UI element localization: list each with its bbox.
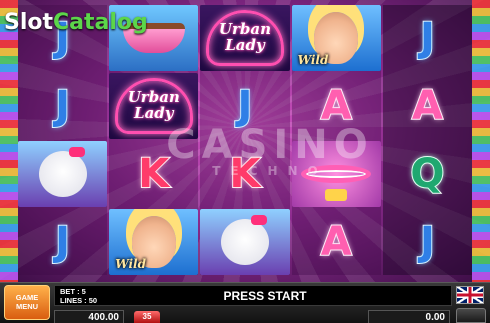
symbol-a: A: [292, 209, 381, 275]
symbol-glyph: A: [411, 83, 444, 129]
symbol-glyph: J: [54, 219, 71, 265]
site-logo: Slot Catalog: [4, 10, 148, 38]
symbol-urban-lady-logo: Urban Lady: [109, 73, 199, 139]
symbol-glyph: J: [419, 15, 436, 61]
bone-tag-icon: [325, 189, 348, 201]
collar-icon: [301, 165, 372, 183]
win-display: 0.00: [368, 310, 450, 323]
symbol-glyph: A: [320, 219, 353, 265]
symbol-a: A: [292, 73, 381, 139]
symbol-j: J: [18, 73, 107, 139]
settings-button[interactable]: [456, 308, 486, 323]
symbol-glyph: J: [419, 219, 436, 265]
symbol-urban-lady-logo: Urban Lady: [200, 5, 290, 71]
symbol-j: J: [18, 209, 107, 275]
logo-catalog: Catalog: [53, 10, 148, 35]
menu-label-2: MENU: [15, 301, 39, 311]
bow-icon: [250, 215, 267, 225]
symbol-glyph: K: [228, 151, 261, 197]
symbol-k: K: [200, 141, 289, 207]
symbol-glyph: K: [137, 151, 170, 197]
lines-display: LINES : 50: [60, 296, 98, 305]
reel-2: Urban Lady K Wild: [109, 5, 199, 275]
bow-icon: [68, 147, 85, 157]
heart-icon: Urban Lady: [114, 78, 193, 134]
symbol-wild: Wild: [109, 209, 199, 275]
wild-label: Wild: [115, 257, 146, 271]
symbol-wild: Wild: [291, 5, 381, 71]
symbol-glyph: J: [54, 83, 71, 129]
logo-slot: Slot: [4, 10, 54, 35]
dog-icon: [38, 147, 87, 197]
symbol-k: K: [109, 141, 198, 207]
reel-4: Wild A A: [291, 5, 381, 275]
game-menu-button[interactable]: GAME MENU: [4, 285, 50, 320]
symbol-a: A: [383, 73, 472, 139]
symbol-glyph: Q: [409, 151, 445, 197]
reel-1: JJJ: [18, 5, 108, 275]
symbol-j: J: [383, 209, 472, 275]
reel-grid: J J J Urban Lady K Wild Urban Lady J K Wild A A J A Q J: [18, 5, 472, 275]
right-light-strip: [472, 0, 490, 282]
symbol-j: J: [383, 5, 472, 71]
reel-3: Urban Lady J K: [200, 5, 290, 275]
symbol-q: Q: [383, 141, 472, 207]
symbol-dog: [18, 141, 108, 207]
wild-label: Wild: [297, 53, 329, 67]
symbol-dog: [200, 209, 290, 275]
uk-flag-icon[interactable]: [456, 286, 484, 304]
symbol-glyph: J: [237, 83, 254, 129]
logo-line2: Lady: [134, 104, 174, 122]
symbol-j: J: [200, 73, 289, 139]
dog-icon: [220, 215, 269, 265]
heart-icon: Urban Lady: [205, 10, 284, 66]
symbol-collar: [291, 141, 381, 207]
left-light-strip: [0, 0, 18, 282]
logo-line2: Lady: [225, 36, 265, 54]
bet-display: BET : 5: [60, 287, 86, 296]
credit-display: 400.00: [54, 310, 124, 323]
reel-5: JAQJ: [382, 5, 472, 275]
symbol-glyph: A: [320, 83, 353, 129]
bet-chip-button[interactable]: 35: [134, 311, 160, 323]
status-message: PRESS START: [223, 289, 307, 303]
